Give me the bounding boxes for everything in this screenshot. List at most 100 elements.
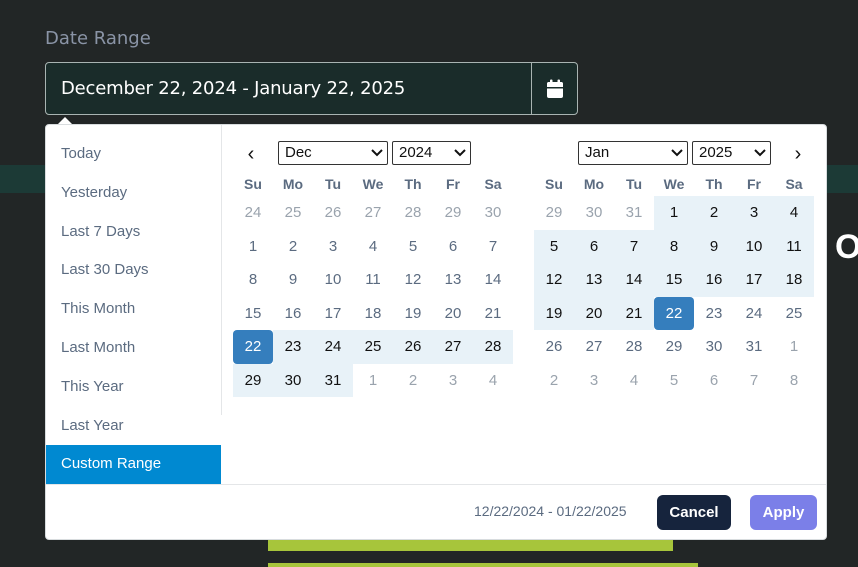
calendar-day[interactable]: 30 xyxy=(273,363,313,397)
prev-month-icon[interactable]: ‹ xyxy=(241,143,261,165)
next-month-icon[interactable]: › xyxy=(788,143,808,165)
calendar-day[interactable]: 4 xyxy=(353,230,393,264)
year-select-right[interactable]: 2025 xyxy=(692,141,771,165)
calendar-day[interactable]: 15 xyxy=(233,297,273,331)
calendar-day[interactable]: 1 xyxy=(353,364,393,398)
calendar-day[interactable]: 13 xyxy=(433,263,473,297)
calendar-day[interactable]: 3 xyxy=(313,230,353,264)
calendar-day[interactable]: 1 xyxy=(233,230,273,264)
calendar-day[interactable]: 10 xyxy=(313,263,353,297)
calendar-day[interactable]: 15 xyxy=(654,263,694,297)
calendar-day[interactable]: 4 xyxy=(473,364,513,398)
calendar-day[interactable]: 11 xyxy=(774,229,814,263)
calendar-day[interactable]: 23 xyxy=(273,330,313,364)
date-range-input[interactable]: December 22, 2024 - January 22, 2025 xyxy=(45,62,532,115)
calendar-day[interactable]: 29 xyxy=(534,196,574,230)
calendar-day[interactable]: 6 xyxy=(694,364,734,398)
calendar-day[interactable]: 27 xyxy=(433,330,473,364)
calendar-day[interactable]: 13 xyxy=(574,263,614,297)
calendar-day[interactable]: 24 xyxy=(313,330,353,364)
year-select-left[interactable]: 2024 xyxy=(392,141,471,165)
cancel-button[interactable]: Cancel xyxy=(657,495,731,530)
range-option-this-year[interactable]: This Year xyxy=(46,368,221,407)
calendar-day[interactable]: 19 xyxy=(534,296,574,330)
calendar-day[interactable]: 31 xyxy=(734,330,774,364)
range-option-today[interactable]: Today xyxy=(46,135,221,174)
apply-button[interactable]: Apply xyxy=(750,495,817,530)
calendar-day[interactable]: 30 xyxy=(473,196,513,230)
calendar-day[interactable]: 16 xyxy=(694,263,734,297)
calendar-day[interactable]: 26 xyxy=(313,196,353,230)
calendar-day[interactable]: 21 xyxy=(614,296,654,330)
calendar-day[interactable]: 2 xyxy=(393,364,433,398)
calendar-day[interactable]: 14 xyxy=(473,263,513,297)
calendar-day[interactable]: 1 xyxy=(774,330,814,364)
calendar-day[interactable]: 24 xyxy=(734,297,774,331)
range-option-last-7-days[interactable]: Last 7 Days xyxy=(46,213,221,252)
calendar-day[interactable]: 3 xyxy=(433,364,473,398)
calendar-day[interactable]: 2 xyxy=(273,230,313,264)
calendar-day[interactable]: 23 xyxy=(694,297,734,331)
calendar-day[interactable]: 16 xyxy=(273,297,313,331)
calendar-day[interactable]: 14 xyxy=(614,263,654,297)
calendar-day[interactable]: 18 xyxy=(353,297,393,331)
calendar-day[interactable]: 20 xyxy=(433,297,473,331)
calendar-day[interactable]: 17 xyxy=(313,297,353,331)
calendar-day[interactable]: 4 xyxy=(774,196,814,230)
calendar-day[interactable]: 7 xyxy=(734,364,774,398)
calendar-day[interactable]: 21 xyxy=(473,297,513,331)
calendar-day[interactable]: 27 xyxy=(574,330,614,364)
range-option-this-month[interactable]: This Month xyxy=(46,290,221,329)
calendar-day[interactable]: 28 xyxy=(614,330,654,364)
calendar-day[interactable]: 7 xyxy=(473,230,513,264)
calendar-day[interactable]: 10 xyxy=(734,229,774,263)
calendar-day[interactable]: 12 xyxy=(393,263,433,297)
calendar-day[interactable]: 3 xyxy=(734,196,774,230)
calendar-day[interactable]: 20 xyxy=(574,296,614,330)
range-option-last-year[interactable]: Last Year xyxy=(46,407,221,446)
calendar-day[interactable]: 27 xyxy=(353,196,393,230)
calendar-day[interactable]: 5 xyxy=(534,229,574,263)
calendar-day[interactable]: 2 xyxy=(694,196,734,230)
calendar-day[interactable]: 11 xyxy=(353,263,393,297)
calendar-day[interactable]: 1 xyxy=(654,196,694,230)
range-option-yesterday[interactable]: Yesterday xyxy=(46,174,221,213)
month-select-right[interactable]: Jan xyxy=(578,141,688,165)
calendar-day[interactable]: 28 xyxy=(393,196,433,230)
calendar-day[interactable]: 12 xyxy=(534,263,574,297)
calendar-day[interactable]: 5 xyxy=(654,364,694,398)
calendar-day[interactable]: 4 xyxy=(614,364,654,398)
calendar-day[interactable]: 31 xyxy=(313,363,353,397)
calendar-day[interactable]: 8 xyxy=(774,364,814,398)
calendar-day[interactable]: 8 xyxy=(233,263,273,297)
calendar-day[interactable]: 24 xyxy=(233,196,273,230)
month-select-left[interactable]: Dec xyxy=(278,141,388,165)
calendar-day[interactable]: 18 xyxy=(774,263,814,297)
calendar-day[interactable]: 26 xyxy=(393,330,433,364)
calendar-day[interactable]: 25 xyxy=(273,196,313,230)
calendar-day[interactable]: 2 xyxy=(534,364,574,398)
range-option-custom-range[interactable]: Custom Range xyxy=(46,445,221,485)
calendar-button[interactable] xyxy=(531,62,578,115)
calendar-day[interactable]: 3 xyxy=(574,364,614,398)
calendar-day[interactable]: 6 xyxy=(574,229,614,263)
calendar-day[interactable]: 6 xyxy=(433,230,473,264)
calendar-day[interactable]: 29 xyxy=(654,330,694,364)
calendar-day[interactable]: 30 xyxy=(574,196,614,230)
calendar-day[interactable]: 9 xyxy=(273,263,313,297)
calendar-day[interactable]: 28 xyxy=(473,330,513,364)
range-option-last-30-days[interactable]: Last 30 Days xyxy=(46,251,221,290)
calendar-day[interactable]: 26 xyxy=(534,330,574,364)
calendar-day[interactable]: 8 xyxy=(654,229,694,263)
calendar-day-selected[interactable]: 22 xyxy=(654,296,694,330)
calendar-day[interactable]: 29 xyxy=(433,196,473,230)
calendar-day[interactable]: 30 xyxy=(694,330,734,364)
range-option-last-month[interactable]: Last Month xyxy=(46,329,221,368)
calendar-day[interactable]: 9 xyxy=(694,229,734,263)
calendar-day[interactable]: 25 xyxy=(353,330,393,364)
calendar-day[interactable]: 7 xyxy=(614,229,654,263)
calendar-day[interactable]: 25 xyxy=(774,297,814,331)
calendar-day-selected[interactable]: 22 xyxy=(233,330,273,364)
calendar-day[interactable]: 29 xyxy=(233,363,273,397)
calendar-day[interactable]: 19 xyxy=(393,297,433,331)
